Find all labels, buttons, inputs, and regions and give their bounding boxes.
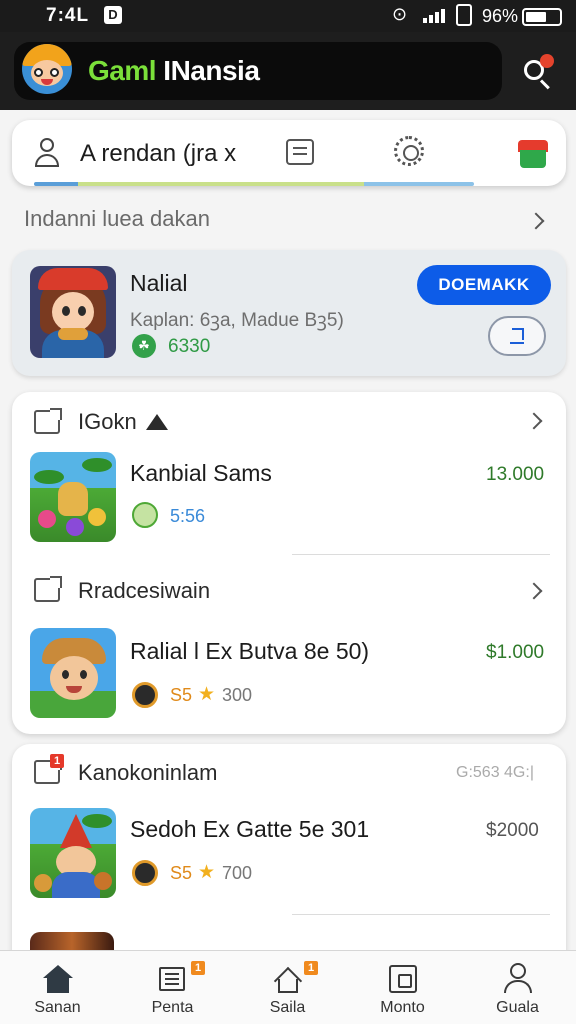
nav-label: Penta — [151, 999, 194, 1016]
partial-thumbnail[interactable] — [30, 932, 114, 950]
nav-label: Saila — [269, 999, 306, 1016]
badge: 1 — [191, 961, 205, 975]
avatar-coin-icon — [132, 502, 158, 528]
item-price: 13.000 — [486, 464, 545, 485]
triangle-up-icon — [146, 414, 168, 430]
gift-icon[interactable] — [518, 140, 548, 168]
category-title[interactable]: IGokn — [78, 409, 137, 435]
battery-percent: 96% — [482, 6, 519, 26]
item-thumbnail[interactable] — [30, 452, 116, 542]
item-title[interactable]: Sedoh Ex Gatte 5e 301 — [130, 816, 369, 843]
account-name[interactable]: A rendan (jra x — [80, 140, 236, 168]
item-title[interactable]: Ralial l Ex Butva 8e 50) — [130, 638, 369, 665]
divider — [292, 554, 550, 555]
featured-title: Nalial — [130, 270, 188, 296]
star-icon: ★ — [198, 684, 216, 705]
status-bar: 7:4L D ⊙ 96% — [0, 0, 576, 32]
app-logo[interactable] — [22, 44, 72, 94]
section-header[interactable]: Indanni luea dakan — [24, 206, 552, 236]
chevron-right-icon[interactable] — [525, 582, 543, 600]
chevron-right-icon — [527, 212, 545, 230]
vibrate-icon — [456, 4, 472, 26]
badge: 1 — [304, 961, 318, 975]
nav-item-profile[interactable]: Guala — [460, 951, 575, 1024]
nav-item-list[interactable]: 1 Penta — [115, 951, 230, 1024]
nav-label: Sanan — [34, 999, 81, 1016]
wifi-icon: ⊙ — [392, 4, 408, 24]
nav-item-frame[interactable]: Monto — [345, 951, 460, 1024]
item-price: $1.000 — [486, 642, 545, 663]
coin-icon — [132, 682, 158, 708]
item-stat: S5 — [170, 863, 193, 883]
signal-icon — [423, 9, 447, 23]
status-time: 7:4L — [46, 5, 90, 26]
badge: 1 — [50, 754, 64, 768]
share-button[interactable] — [488, 316, 546, 356]
nav-item-house[interactable]: 1 Saila — [230, 951, 345, 1024]
app-title: Gaml INansia — [88, 55, 260, 87]
item-stat: 5:56 — [170, 506, 206, 526]
featured-action-button[interactable]: DOEMAKK — [417, 265, 551, 305]
featured-subtitle: Kaplan: 6ꝫa, Madue Bꝫ5) — [130, 310, 344, 331]
item-rating: 700 — [222, 863, 253, 883]
category-title[interactable]: Rradcesiwain — [78, 578, 210, 604]
progress-bar — [34, 182, 474, 186]
item-thumbnail[interactable] — [30, 808, 116, 898]
person-icon — [504, 963, 532, 993]
featured-card[interactable]: Nalial Kaplan: 6ꝫa, Madue Bꝫ5) ☘ 6330 DO… — [12, 250, 566, 376]
gear-icon[interactable] — [394, 136, 424, 166]
category-meta[interactable]: G:563 4G:| — [456, 764, 534, 782]
battery-icon — [522, 8, 562, 26]
item-thumbnail[interactable] — [30, 628, 116, 718]
chevron-right-icon[interactable] — [525, 412, 543, 430]
notification-icon: D — [104, 6, 122, 24]
account-bar: A rendan (jra x — [12, 120, 566, 186]
document-icon[interactable] — [286, 139, 314, 165]
category-card: IGokn Kanbial Sams 13.000 5:56 Rradcesiw… — [12, 392, 566, 734]
featured-price: 6330 — [168, 336, 211, 357]
featured-thumbnail — [30, 266, 116, 358]
house-icon — [273, 965, 303, 996]
coin-icon — [132, 860, 158, 886]
divider — [292, 914, 550, 915]
list-icon — [159, 967, 185, 991]
nav-item-home[interactable]: Sanan — [0, 951, 115, 1024]
category-icon — [34, 408, 62, 434]
notification-dot — [540, 54, 554, 68]
item-price: $2000 — [486, 820, 539, 841]
search-button[interactable] — [516, 52, 556, 92]
frame-icon — [389, 965, 417, 993]
user-icon[interactable] — [32, 136, 62, 170]
app-title-suffix: INansia — [156, 55, 260, 86]
bottom-navigation: Sanan 1 Penta 1 Saila Monto Guala — [0, 950, 576, 1024]
app-header — [0, 32, 576, 110]
category-title[interactable]: Kanokoninlam — [78, 760, 217, 786]
item-title[interactable]: Kanbial Sams — [130, 460, 272, 487]
app-title-prefix: Gaml — [88, 55, 157, 86]
star-icon: ★ — [198, 862, 216, 883]
item-rating: 300 — [222, 685, 253, 705]
leaf-icon: ☘ — [132, 334, 156, 358]
section-title: Indanni luea dakan — [24, 206, 210, 231]
nav-label: Monto — [380, 999, 425, 1016]
home-icon — [43, 965, 73, 993]
nav-label: Guala — [496, 999, 539, 1016]
share-icon — [512, 328, 524, 340]
item-stat: S5 — [170, 685, 193, 705]
category-icon — [34, 576, 62, 602]
